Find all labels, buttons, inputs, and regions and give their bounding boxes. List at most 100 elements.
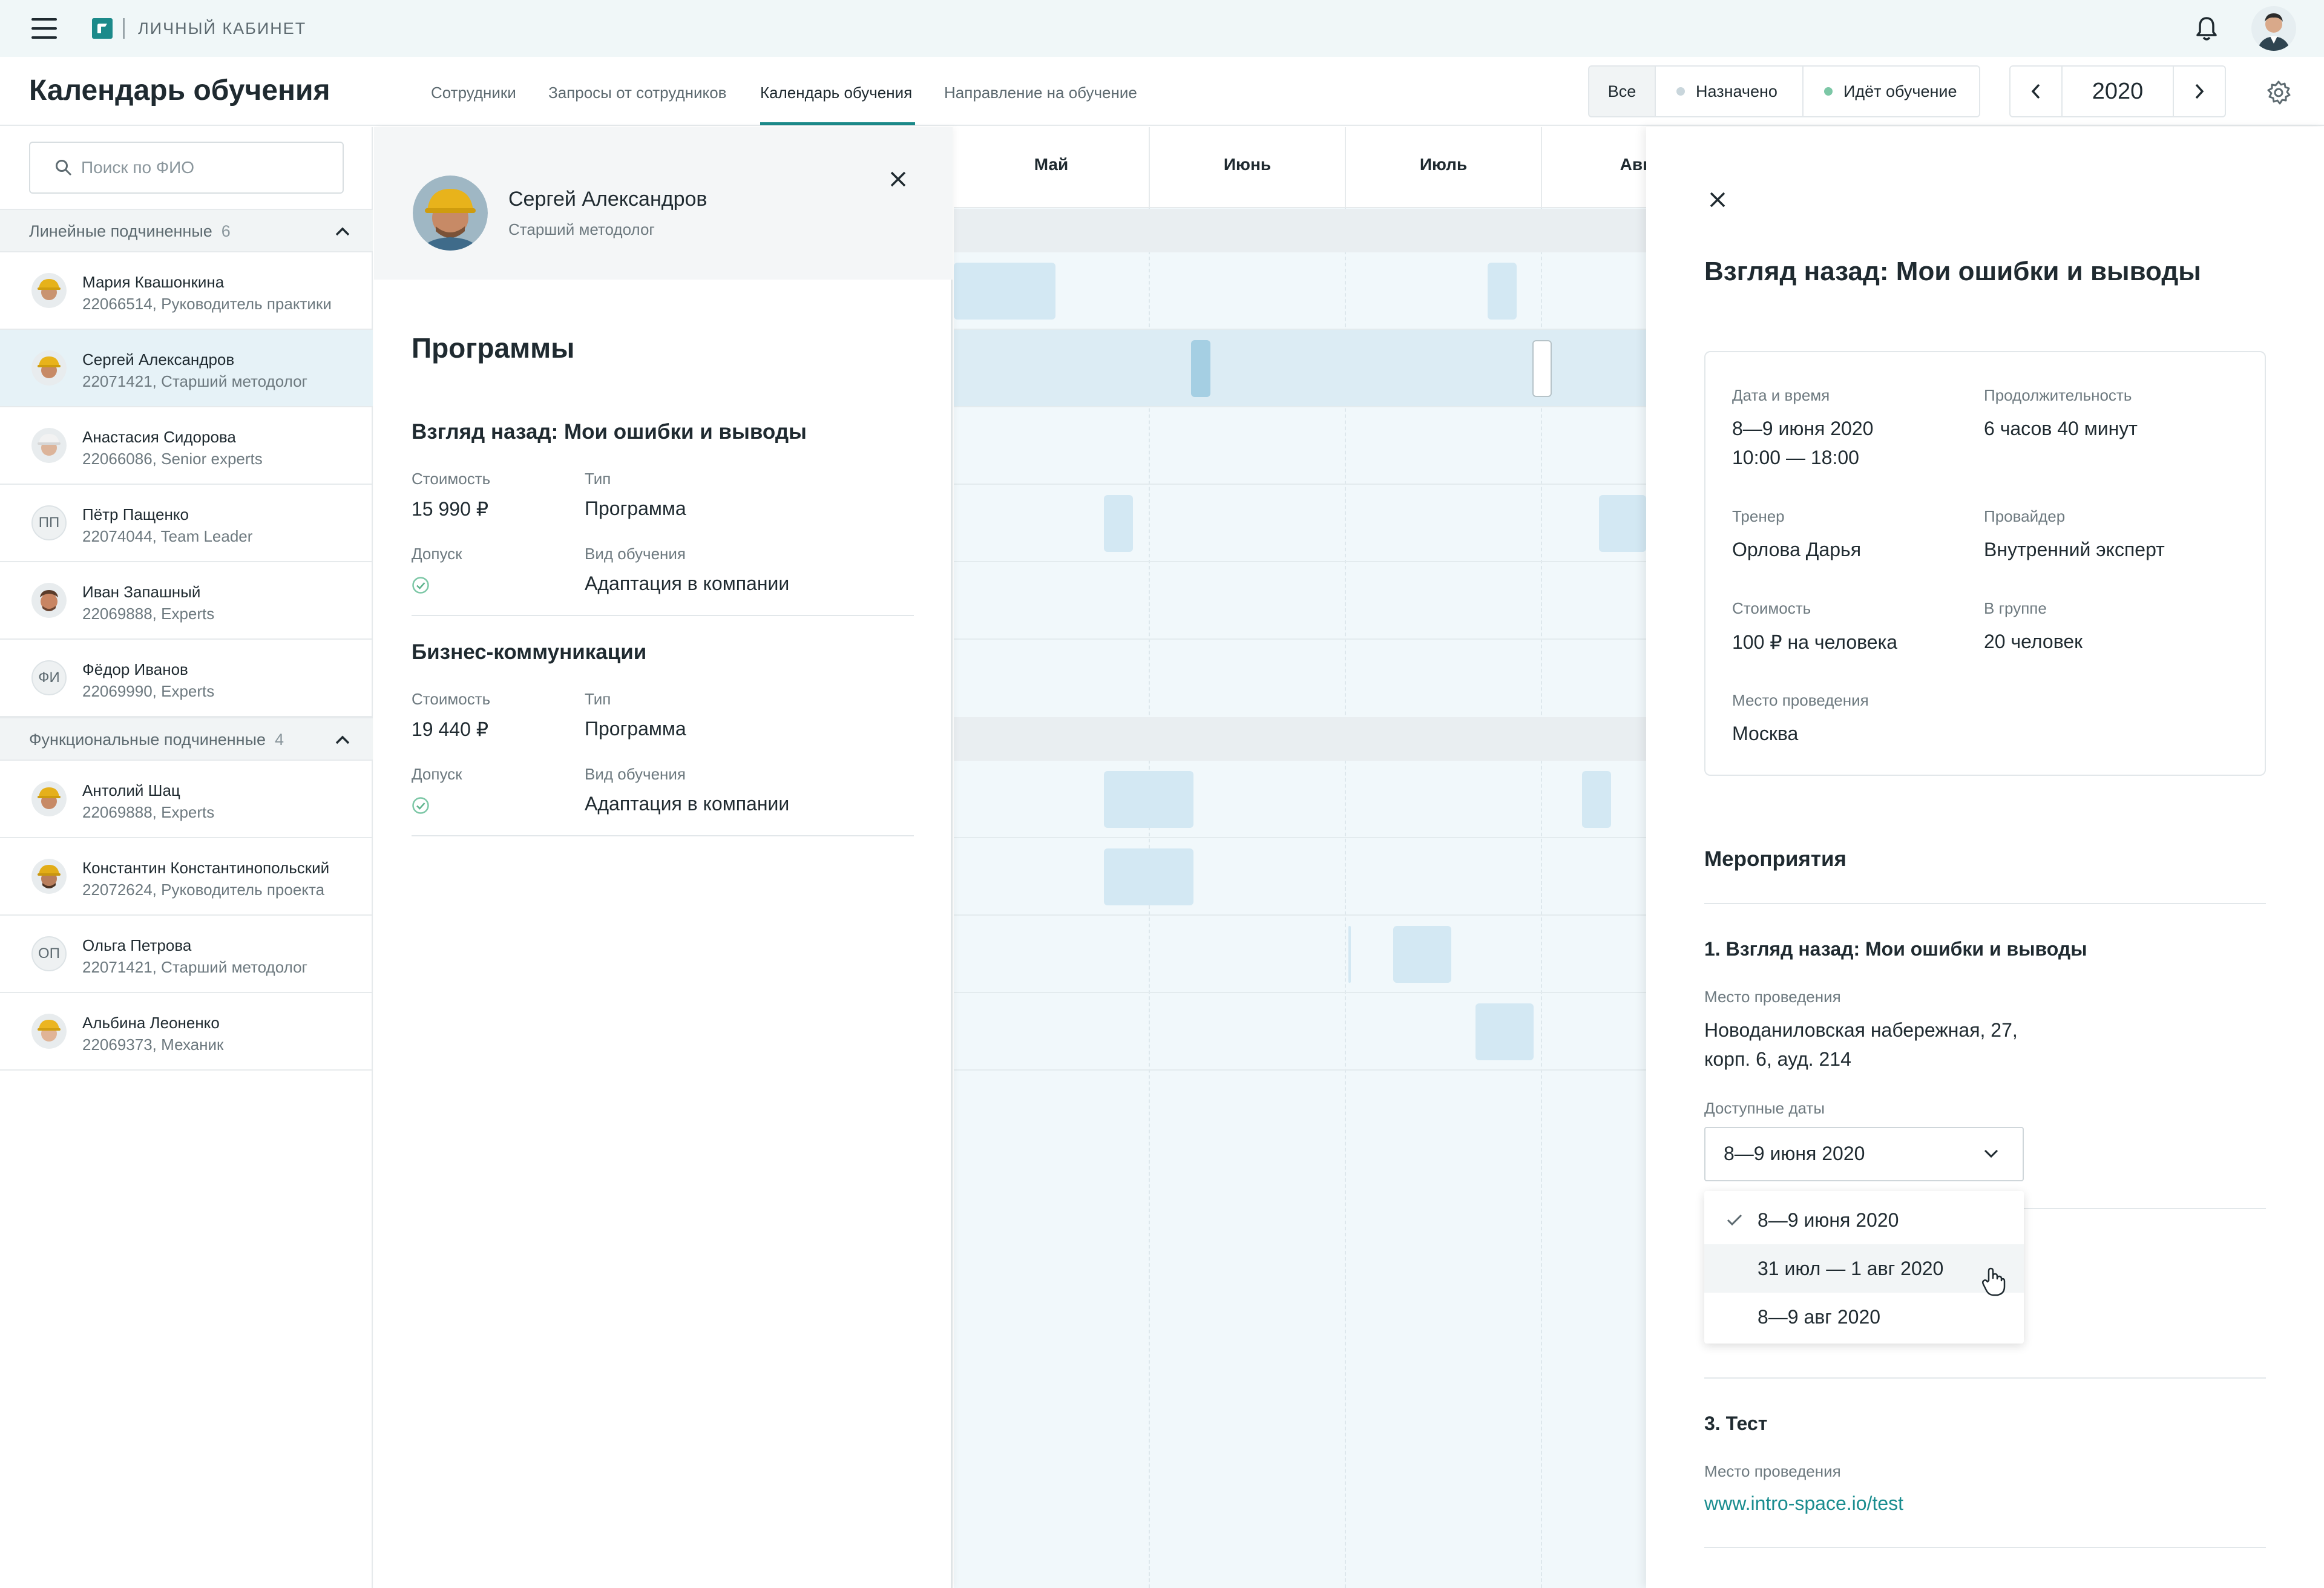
calendar-event[interactable] (1393, 926, 1451, 983)
person-sub: 22066514, Руководитель практики (82, 295, 332, 313)
person-name: Пётр Пащенко (82, 505, 189, 523)
person-sub: 22069373, Механик (82, 1035, 224, 1054)
avatar (31, 583, 67, 618)
person-name: Антолий Шац (82, 781, 180, 799)
list-item[interactable]: Константин Константинопольский 22072624,… (0, 838, 373, 916)
calendar-event[interactable] (1104, 771, 1193, 828)
filter-learning-label: Идёт обучение (1843, 82, 1957, 100)
list-item[interactable]: Сергей Александров 22071421, Старший мет… (0, 330, 373, 407)
group-header-functional[interactable]: Функциональные подчиненные 4 (0, 717, 373, 761)
calendar-event[interactable] (954, 263, 1055, 320)
program-person-name: Сергей Александров (508, 188, 707, 211)
close-icon[interactable] (1707, 189, 1728, 211)
bell-icon[interactable] (2194, 16, 2219, 42)
program-type: Программа (585, 497, 686, 519)
program-title[interactable]: Взгляд назад: Мои ошибки и выводы (412, 420, 807, 444)
list-item[interactable]: Анастасия Сидорова 22066086, Senior expe… (0, 407, 373, 485)
dates-option[interactable]: 31 июл — 1 авг 2020 (1704, 1244, 2024, 1293)
chevron-left-icon (2031, 84, 2040, 99)
close-icon[interactable] (887, 168, 909, 190)
trainer-label: Тренер (1732, 507, 1785, 525)
check-icon (1727, 1214, 1742, 1226)
calendar-event[interactable] (1348, 926, 1351, 983)
calendar-event[interactable] (1104, 848, 1193, 905)
filter-assigned-label: Назначено (1696, 82, 1777, 100)
program-title[interactable]: Бизнес-коммуникации (412, 640, 646, 664)
event-1-place-line-2: корп. 6, ауд. 214 (1704, 1048, 1851, 1070)
list-item[interactable]: Антолий Шац 22069888, Experts (0, 761, 373, 838)
avatar (31, 1014, 67, 1049)
event-1-place-label: Место проведения (1704, 988, 1841, 1006)
check-circle-icon (412, 576, 430, 594)
month-label: Май (1034, 155, 1069, 174)
person-sub: 22069888, Experts (82, 605, 215, 623)
program-type-label: Тип (585, 690, 611, 708)
avatar (31, 859, 67, 894)
program-cost: 15 990 ₽ (412, 498, 489, 520)
filter-assigned-button[interactable]: Назначено (1655, 65, 1804, 117)
group-header-linear[interactable]: Линейные подчиненные 6 (0, 209, 373, 252)
month-label: Июль (1419, 155, 1468, 174)
user-avatar[interactable] (2251, 6, 2296, 51)
calendar-event[interactable] (1599, 495, 1646, 552)
avatar-initials: ОП (31, 936, 67, 971)
menu-icon[interactable] (31, 18, 57, 39)
divider (1704, 903, 2266, 904)
dates-option-label: 31 июл — 1 авг 2020 (1758, 1258, 1944, 1279)
page-title: Календарь обучения (29, 74, 330, 107)
dates-option[interactable]: 8—9 авг 2020 (1704, 1293, 2024, 1341)
avatar (31, 781, 67, 816)
calendar-event[interactable] (1475, 1003, 1534, 1060)
list-item[interactable]: ФИ Фёдор Иванов 22069990, Experts (0, 640, 373, 717)
filter-learning-button[interactable]: Идёт обучение (1802, 65, 1980, 117)
list-item[interactable]: ОП Ольга Петрова 22071421, Старший метод… (0, 916, 373, 993)
month-grid-line (1345, 208, 1346, 1588)
year-value: 2020 (2061, 65, 2174, 117)
person-name: Ольга Петрова (82, 936, 192, 954)
divider (1704, 1377, 2266, 1379)
year-prev-button[interactable] (2009, 65, 2063, 117)
event-3-title: 3. Тест (1704, 1412, 1768, 1434)
group-label-functional: Функциональные подчиненные (29, 730, 266, 749)
avatar-initials: ПП (31, 505, 67, 540)
tab-calendar[interactable]: Календарь обучения (760, 84, 912, 102)
avatar (31, 350, 67, 386)
divider (1704, 1547, 2266, 1548)
row-line (954, 561, 1646, 562)
gear-icon[interactable] (2266, 80, 2291, 105)
tab-referral[interactable]: Направление на обучение (944, 84, 1137, 102)
tab-requests[interactable]: Запросы от сотрудников (548, 84, 726, 102)
person-sub: 22072624, Руководитель проекта (82, 881, 325, 899)
duration-value: 6 часов 40 минут (1984, 418, 2138, 439)
year-next-button[interactable] (2173, 65, 2226, 117)
calendar-event[interactable] (1191, 340, 1210, 397)
calendar-event[interactable] (1532, 340, 1552, 397)
active-tab-indicator (760, 122, 915, 125)
search-input[interactable] (81, 150, 335, 185)
date-label: Дата и время (1732, 386, 1830, 404)
group-size-value: 20 человек (1984, 631, 2083, 652)
list-item[interactable]: Иван Запашный 22069888, Experts (0, 562, 373, 640)
person-name: Мария Квашонкина (82, 273, 225, 291)
filter-all-label: Все (1607, 82, 1636, 100)
calendar-group-band (954, 209, 1646, 252)
calendar-event[interactable] (1104, 495, 1133, 552)
person-name: Константин Константинопольский (82, 859, 330, 877)
test-link[interactable]: www.intro-space.io/test (1704, 1492, 1903, 1515)
place-value: Москва (1732, 723, 1799, 744)
dates-option[interactable]: 8—9 июня 2020 (1704, 1196, 2024, 1244)
list-item[interactable]: Мария Квашонкина 22066514, Руководитель … (0, 252, 373, 330)
calendar-event[interactable] (1488, 263, 1517, 320)
calendar-event[interactable] (1582, 771, 1611, 828)
divider (412, 835, 914, 836)
group-count-linear: 6 (221, 222, 231, 240)
month-divider (1345, 127, 1346, 208)
filter-all-button[interactable]: Все (1588, 65, 1656, 117)
program-cost-label: Стоимость (412, 470, 491, 488)
event-1-place-line-1: Новоданиловская набережная, 27, (1704, 1019, 2018, 1041)
list-item[interactable]: ПП Пётр Пащенко 22074044, Team Leader (0, 485, 373, 562)
list-item[interactable]: Альбина Леоненко 22069373, Механик (0, 993, 373, 1071)
assigned-dot-icon (1676, 87, 1685, 96)
chevron-up-icon (335, 227, 350, 236)
tab-employees[interactable]: Сотрудники (431, 84, 516, 102)
